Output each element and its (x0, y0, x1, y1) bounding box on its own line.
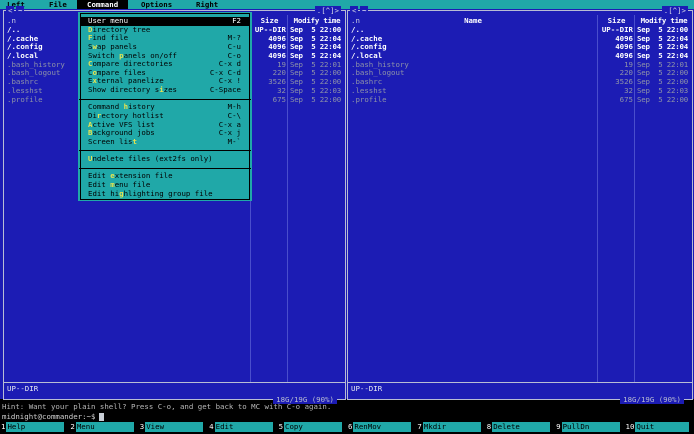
menu-item-hotkey: i (159, 85, 164, 94)
fkey-label: View (145, 422, 204, 432)
fkey-label: Delete (492, 422, 551, 432)
mc-screen: LeftFileCommandOptionsRight <~.[^]>.nNam… (0, 0, 694, 434)
history-back-arrow[interactable]: < (6, 6, 15, 15)
command-menu-items: User menu F2 Directory tree Find file M-? Swa… (79, 16, 251, 199)
file-size: 675 (619, 94, 633, 104)
menubar: Left File Command Options Right (0, 0, 694, 9)
file-row-profile[interactable]: .profile 675 Sep 5 22:00 (348, 94, 692, 105)
panel-path[interactable]: ~ (16, 6, 25, 15)
file-name: .profile (7, 94, 43, 104)
menu-item-hotkey: r (96, 110, 102, 120)
menu-item-hotkey: B (88, 128, 93, 138)
panel-path[interactable]: ~ (360, 6, 369, 15)
fkey-10-quit[interactable]: 10 Quit (625, 422, 694, 432)
fkey-8-delete[interactable]: 8 Delete (486, 422, 555, 432)
file-mtime: Sep 5 22:00 (290, 94, 341, 104)
fkey-2-menu[interactable]: 2 Menu (69, 422, 138, 432)
fkey-label: Menu (75, 422, 134, 432)
fkey-7-mkdir[interactable]: 7 Mkdir (416, 422, 485, 432)
ministatus: UP--DIR (351, 384, 383, 394)
fkey-label: Copy (284, 422, 342, 432)
fkey-9-pulldn[interactable]: 9 PullDn (555, 422, 624, 432)
fkey-label: Help (6, 422, 65, 432)
text-cursor (99, 413, 105, 421)
menu-item-shortcut: C-Space (209, 85, 241, 94)
shell-prompt-row: midnight@commander:~$ (2, 412, 105, 422)
command-menu: User menu F2 Directory tree Find file M-? Swa… (78, 12, 252, 201)
shell-prompt[interactable]: midnight@commander:~$ (2, 412, 95, 421)
menubar-item-options[interactable]: Options (141, 0, 172, 9)
fkey-label: PullDn (561, 422, 620, 432)
menu-item-screen-list[interactable]: Screen list M-` (81, 136, 249, 147)
menu-item-hotkey: h (123, 102, 129, 112)
ministatus-separator (348, 382, 692, 383)
menu-item-hotkey: w (92, 41, 97, 51)
fkey-5-copy[interactable]: 5 Copy (278, 422, 347, 432)
menu-item-hotkey: m (110, 179, 115, 189)
fkey-1-help[interactable]: 1 Help (0, 422, 69, 432)
menu-item-shortcut: M-` (227, 136, 241, 146)
fkey-6-renmov[interactable]: 6 RenMov (347, 422, 416, 432)
panel-up-button[interactable]: .[^]> (314, 6, 341, 15)
history-back-arrow[interactable]: < (350, 6, 359, 15)
file-mtime: Sep 5 22:00 (637, 94, 688, 104)
file-list: /.. UP--DIR Sep 5 22:00/.cache 4096 Sep 5 22… (348, 25, 692, 105)
fkey-label: Mkdir (422, 422, 481, 432)
panel-up-button[interactable]: .[^]> (661, 6, 688, 15)
menubar-item-file[interactable]: File (49, 0, 67, 9)
menu-item-hotkey: g (119, 188, 124, 198)
file-size: 675 (272, 94, 286, 104)
fkey-4-edit[interactable]: 4 Edit (208, 422, 277, 432)
column-header-name[interactable]: Name (348, 16, 598, 26)
fkey-label: RenMov (353, 422, 412, 432)
ministatus-separator (4, 382, 345, 383)
menubar-item-command[interactable]: Command (77, 0, 129, 9)
menubar-item-right[interactable]: Right (196, 0, 218, 9)
menu-item-shortcut: F2 (232, 16, 241, 25)
fkey-label: Edit (214, 422, 273, 432)
file-name: .profile (351, 94, 387, 104)
menu-item-edit-highlighting-group-file[interactable]: Edit highlighting group file (81, 188, 249, 199)
fkey-number: 10 (625, 422, 635, 431)
hint-line: Hint: Want your plain shell? Press C-o, … (2, 402, 332, 411)
panel-right: < ~ .[^]> .n Name Size Modify time/.. UP--DIR Se… (347, 6, 693, 404)
ministatus: UP--DIR (7, 384, 39, 394)
fkey-label: Quit (635, 422, 689, 432)
menu-item-hotkey: t (132, 136, 137, 146)
function-keybar: 1 Help 2 Menu 3 View 4 Edit 5 Copy 6 RenMov 7 Mkdir 8 D… (0, 422, 694, 433)
menu-item-show-directory-sizes[interactable]: Show directory sizes C-Space (81, 85, 249, 95)
menu-item-hotkey: U (88, 154, 93, 163)
fkey-3-view[interactable]: 3 View (139, 422, 208, 432)
menu-item-undelete-files-ext2fs-only[interactable]: Undelete files (ext2fs only) (81, 154, 249, 164)
